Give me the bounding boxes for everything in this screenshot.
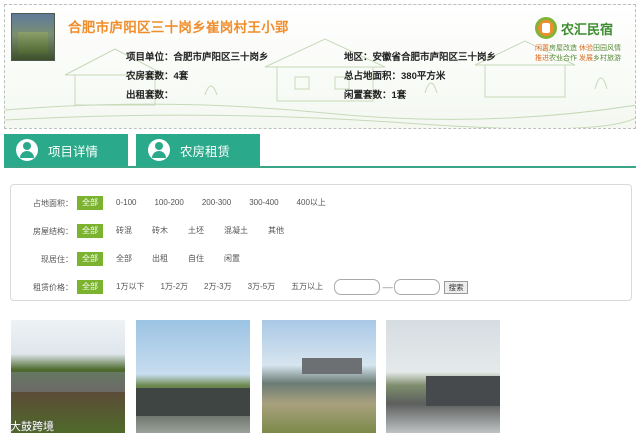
filter-row-area: 占地面积： 全部 0-100 100-200 200-300 300-400 4… bbox=[11, 195, 331, 211]
house-leaf-logo-icon bbox=[535, 17, 557, 39]
price-min-input[interactable] bbox=[334, 279, 381, 295]
filter-option[interactable]: 土坯 bbox=[183, 224, 209, 238]
tab-bar: 项目详情 农房租赁 bbox=[4, 134, 636, 168]
filter-row-structure: 房屋结构： 全部 砖混 砖木 土坯 混凝土 其他 bbox=[11, 223, 289, 239]
filter-option[interactable]: 全部 bbox=[111, 252, 137, 266]
filter-option[interactable]: 1万以下 bbox=[111, 280, 149, 294]
info-unit: 项目单位：合肥市庐阳区三十岗乡 bbox=[126, 52, 269, 63]
filter-option[interactable]: 出租 bbox=[147, 252, 173, 266]
info-rented-count: 出租套数： bbox=[126, 90, 174, 101]
filter-row-residence: 现居住： 全部 全部 出租 自住 闲置 bbox=[11, 251, 245, 267]
filter-option-selected[interactable]: 全部 bbox=[77, 252, 103, 266]
filter-label: 现居住： bbox=[41, 254, 73, 264]
user-icon bbox=[16, 139, 38, 161]
filter-option[interactable]: 100-200 bbox=[149, 196, 188, 210]
filter-option[interactable]: 混凝土 bbox=[219, 224, 253, 238]
filter-label: 租赁价格： bbox=[33, 282, 73, 292]
info-idle-count: 闲置套数：1套 bbox=[344, 90, 407, 101]
project-title: 合肥市庐阳区三十岗乡崔岗村王小郢 bbox=[68, 20, 289, 35]
tab-farmhouse-rental[interactable]: 农房租赁 bbox=[136, 134, 260, 166]
search-button[interactable]: 搜索 bbox=[444, 280, 469, 294]
tab-label: 农房租赁 bbox=[180, 144, 231, 159]
filter-option[interactable]: 3万-5万 bbox=[243, 280, 281, 294]
filter-option[interactable]: 1万-2万 bbox=[155, 280, 193, 294]
range-dash: ------ bbox=[382, 282, 393, 292]
farmhouse-photo[interactable] bbox=[386, 320, 500, 433]
filter-option-selected[interactable]: 全部 bbox=[77, 224, 103, 238]
filter-option[interactable]: 五万以上 bbox=[286, 280, 328, 294]
watermark: 大鼓跨境 bbox=[10, 421, 54, 433]
filter-option[interactable]: 400以上 bbox=[292, 196, 331, 210]
filter-option[interactable]: 砖混 bbox=[111, 224, 137, 238]
project-thumbnail[interactable] bbox=[11, 13, 55, 61]
filter-option[interactable]: 2万-3万 bbox=[199, 280, 237, 294]
filter-row-price: 租赁价格： 全部 1万以下 1万-2万 2万-3万 3万-5万 五万以上 ---… bbox=[11, 279, 469, 295]
user-icon bbox=[148, 139, 170, 161]
filter-option[interactable]: 0-100 bbox=[111, 196, 141, 210]
filter-option-selected[interactable]: 全部 bbox=[77, 280, 103, 294]
filter-option[interactable]: 自住 bbox=[183, 252, 209, 266]
filter-option[interactable]: 其他 bbox=[263, 224, 289, 238]
info-house-count: 农房套数：4套 bbox=[126, 71, 189, 82]
filter-option[interactable]: 砖木 bbox=[147, 224, 173, 238]
tab-label: 项目详情 bbox=[48, 144, 99, 159]
filter-label: 房屋结构： bbox=[33, 226, 73, 236]
price-max-input[interactable] bbox=[394, 279, 441, 295]
filter-option[interactable]: 200-300 bbox=[197, 196, 236, 210]
farmhouse-photo[interactable] bbox=[11, 320, 125, 433]
farmhouse-photo[interactable] bbox=[262, 320, 376, 433]
farmhouse-photo[interactable] bbox=[136, 320, 250, 433]
logo-slogan-line2: 推进农业合作 发展乡村旅游 bbox=[535, 55, 621, 62]
project-header: 合肥市庐阳区三十岗乡崔岗村王小郢 项目单位：合肥市庐阳区三十岗乡 地区：安徽省合… bbox=[4, 4, 636, 129]
filter-option-selected[interactable]: 全部 bbox=[77, 196, 103, 210]
nonghui-minsu-logo: 农汇民宿 闲置房屋改造 休验田园风情 推进农业合作 发展乡村旅游 bbox=[531, 15, 635, 85]
filter-panel: 占地面积： 全部 0-100 100-200 200-300 300-400 4… bbox=[10, 184, 632, 301]
filter-label: 占地面积： bbox=[33, 198, 73, 208]
logo-slogan-line1: 闲置房屋改造 休验田园风情 bbox=[535, 45, 621, 52]
logo-name: 农汇民宿 bbox=[561, 22, 614, 37]
info-total-area: 总占地面积：380平方米 bbox=[344, 71, 446, 82]
filter-option[interactable]: 闲置 bbox=[219, 252, 245, 266]
tab-project-details[interactable]: 项目详情 bbox=[4, 134, 128, 166]
info-region: 地区：安徽省合肥市庐阳区三十岗乡 bbox=[344, 52, 497, 63]
filter-option[interactable]: 300-400 bbox=[244, 196, 283, 210]
